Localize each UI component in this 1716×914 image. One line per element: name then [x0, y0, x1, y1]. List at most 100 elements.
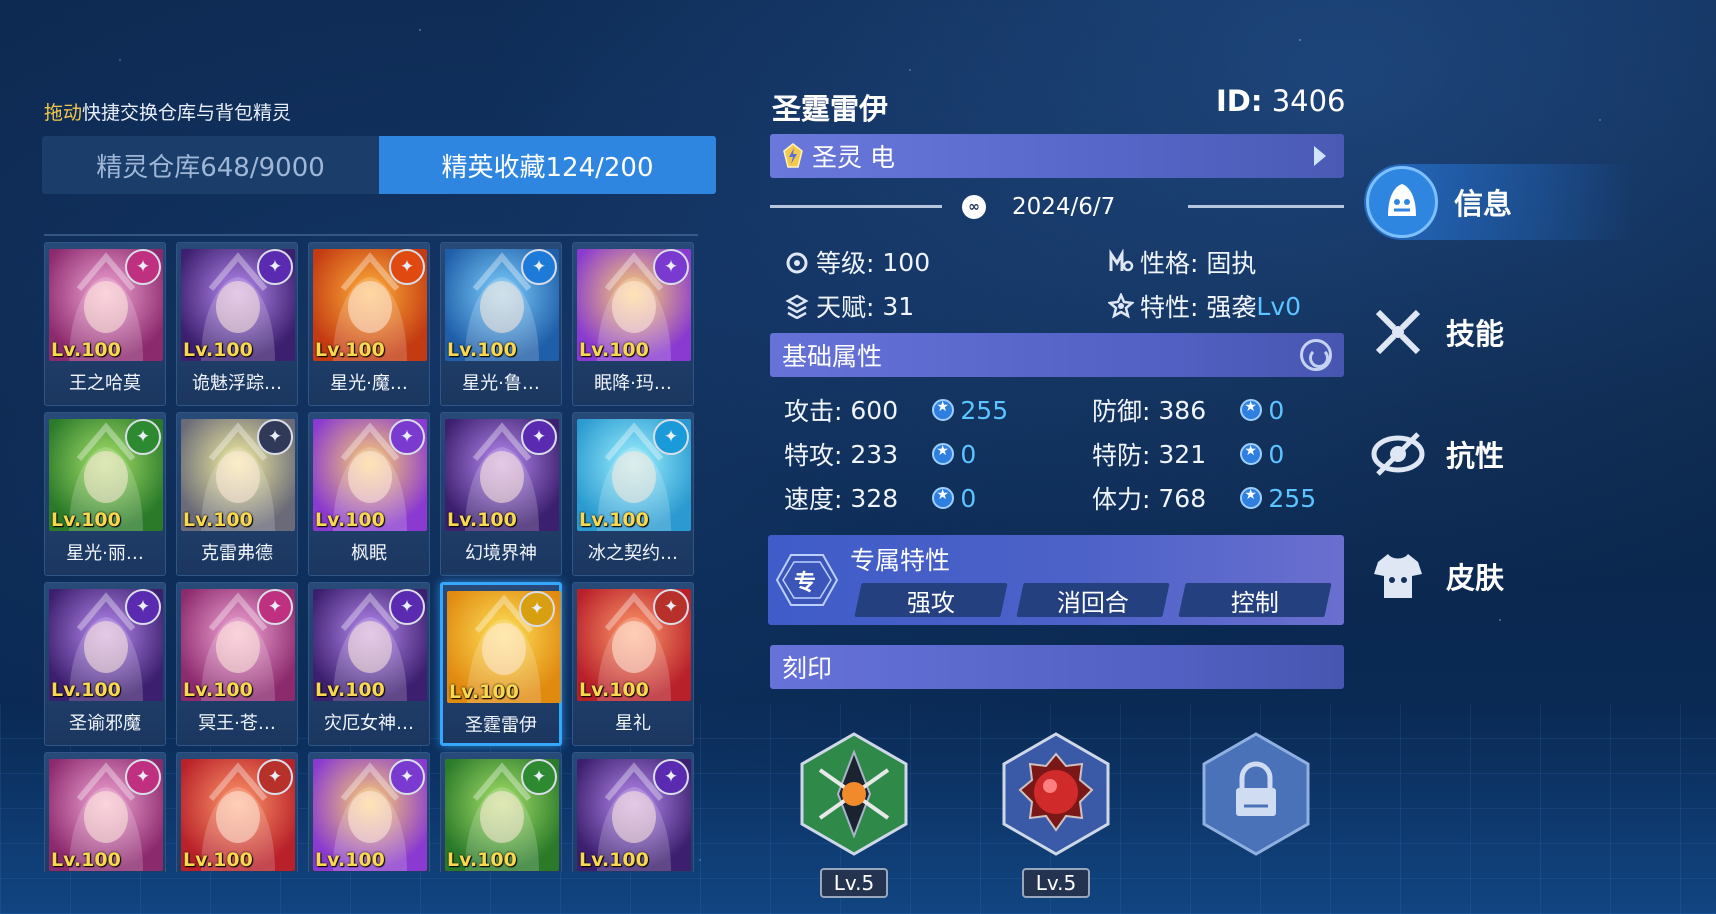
pet-card[interactable]: ✦ Lv.100 圣霆雷伊: [440, 582, 562, 746]
grass-element-icon: ✦: [521, 759, 557, 795]
pet-card-name: 眠降·玛…: [594, 373, 672, 394]
pet-card[interactable]: ✦ Lv.100 灾厄女神…: [308, 582, 430, 746]
pet-card-name: 星光·魔…: [330, 373, 408, 394]
spirit-element-icon: ✦: [125, 759, 161, 795]
pet-card[interactable]: ✦ Lv.100 冰之契约…: [572, 412, 694, 576]
pet-level: Lv.100: [579, 509, 649, 531]
stat-ev-value: 0: [1268, 439, 1285, 469]
nav-resistance[interactable]: 抗性: [1366, 422, 1504, 486]
stat-ev: 0: [932, 484, 976, 513]
obtain-date: 2024/6/7: [1012, 194, 1116, 220]
skills-icon: [1366, 300, 1430, 364]
divider-right: [1188, 205, 1344, 208]
stat-name: 攻击:: [784, 397, 843, 426]
pet-level: Lv.100: [51, 339, 121, 361]
pet-card[interactable]: ✦ Lv.100: [572, 752, 694, 872]
pet-card[interactable]: ✦ Lv.100 王之哈莫: [44, 242, 166, 406]
level-icon: [786, 252, 808, 274]
dual-element-icon: ✦: [653, 249, 689, 285]
pet-card-name: 枫眠: [351, 543, 387, 564]
water-element-icon: ✦: [521, 249, 557, 285]
pet-card[interactable]: ✦ Lv.100: [44, 752, 166, 872]
stat-ev: 0: [1240, 440, 1284, 469]
nav-skins-label: 皮肤: [1446, 561, 1505, 595]
nature-line: 性格: 固执: [1108, 244, 1256, 280]
talent-line: 天赋: 31: [784, 288, 914, 324]
tab-storage[interactable]: 精灵仓库648/9000: [42, 136, 379, 194]
attribute-bar[interactable]: 圣灵 电: [770, 134, 1344, 178]
demon-element-icon: ✦: [125, 589, 161, 625]
pet-card[interactable]: ✦ Lv.100 幻境界神: [440, 412, 562, 576]
soul-mark-slot[interactable]: [798, 732, 910, 856]
pet-card[interactable]: ✦ Lv.100 星光·魔…: [308, 242, 430, 406]
pet-card-name: 克雷弗德: [201, 543, 273, 564]
stat-ev-value: 255: [960, 395, 1009, 425]
exclusive-tag-control[interactable]: 控制: [1178, 583, 1332, 617]
stat-value: 768: [1158, 483, 1207, 513]
holy-electric-attribute-icon: [783, 143, 803, 168]
stat-ev: 0: [1240, 396, 1284, 425]
stat-name: 速度:: [784, 485, 843, 514]
pet-id: ID: 3406: [1216, 84, 1346, 118]
nav-info[interactable]: 信息: [1364, 164, 1634, 240]
pet-level: Lv.100: [447, 509, 517, 531]
storage-tabs: 精灵仓库648/9000 精英收藏124/200: [42, 136, 716, 194]
skin-shirt-icon: [1366, 544, 1430, 608]
grass-element-icon: ✦: [125, 419, 161, 455]
nav-skins[interactable]: 皮肤: [1366, 544, 1504, 608]
gem-slot[interactable]: [1000, 732, 1112, 856]
exclusive-tag-round-removal[interactable]: 消回合: [1016, 583, 1170, 617]
nav-skills[interactable]: 技能: [1366, 300, 1504, 364]
nav-resistance-label: 抗性: [1446, 439, 1505, 473]
pet-card[interactable]: ✦ Lv.100 眠降·玛…: [572, 242, 694, 406]
pet-level: Lv.100: [449, 681, 519, 703]
divider-left: [770, 205, 942, 208]
spirit-element-icon: ✦: [257, 589, 293, 625]
stat-ev-value: 0: [1268, 395, 1285, 425]
pet-card[interactable]: ✦ Lv.100: [176, 752, 298, 872]
pet-card-name: 冰之契约…: [588, 543, 678, 564]
ev-star-icon: [1240, 443, 1263, 465]
pet-card[interactable]: ✦ Lv.100 冥王·苍…: [176, 582, 298, 746]
pet-level: Lv.100: [183, 339, 253, 361]
stat-value: 600: [850, 395, 899, 425]
chevron-right-icon: [1314, 146, 1326, 166]
tab-elite-collection[interactable]: 精英收藏124/200: [379, 136, 716, 194]
dual-element-icon: ✦: [389, 419, 425, 455]
ev-star-icon: [932, 443, 955, 465]
pet-level: Lv.100: [51, 509, 121, 531]
stat-value: 233: [850, 439, 899, 469]
stat-value: 328: [850, 483, 899, 513]
base-stats-header: 基础属性: [770, 333, 1344, 377]
stat-value: 386: [1158, 395, 1207, 425]
pet-card[interactable]: ✦ Lv.100 克雷弗德: [176, 412, 298, 576]
pet-card[interactable]: ✦ Lv.100: [308, 752, 430, 872]
shadow-element-icon: ✦: [653, 759, 689, 795]
pet-level: Lv.100: [51, 849, 121, 871]
illusion-element-icon: ✦: [521, 419, 557, 455]
pet-card-name: 幻境界神: [465, 543, 537, 564]
pet-grid[interactable]: ✦ Lv.100 王之哈莫 ✦ Lv.100 诡魅浮踪… ✦ Lv.100 星光·魔… ✦ Lv.1…: [44, 234, 698, 872]
info-icon: [1366, 166, 1438, 238]
stat-row: 特攻: 233 0: [784, 436, 976, 472]
level-line: 等级: 100: [784, 244, 930, 280]
exclusive-tag-strong-attack[interactable]: 强攻: [854, 583, 1008, 617]
exclusive-trait-panel: 专 专属特性 强攻 消回合 控制: [768, 535, 1344, 625]
nature-icon: [1109, 249, 1134, 272]
pet-card[interactable]: ✦ Lv.100 圣谕邪魔: [44, 582, 166, 746]
soul-mark-level: Lv.5: [820, 868, 888, 898]
pet-card[interactable]: ✦ Lv.100 星礼: [572, 582, 694, 746]
pet-card-name: 星光·丽…: [66, 543, 144, 564]
stat-row: 防御: 386 0: [1092, 392, 1284, 428]
pet-level: Lv.100: [315, 849, 385, 871]
refresh-icon[interactable]: [1300, 339, 1332, 371]
pet-card[interactable]: ✦ Lv.100: [440, 752, 562, 872]
pet-card[interactable]: ✦ Lv.100 星光·鲁…: [440, 242, 562, 406]
nav-info-label: 信息: [1454, 187, 1513, 221]
seal-section[interactable]: 刻印: [770, 645, 1344, 689]
locked-slot[interactable]: [1200, 732, 1312, 856]
stat-ev-value: 0: [960, 483, 977, 513]
pet-card[interactable]: ✦ Lv.100 诡魅浮踪…: [176, 242, 298, 406]
pet-card[interactable]: ✦ Lv.100 枫眠: [308, 412, 430, 576]
pet-card[interactable]: ✦ Lv.100 星光·丽…: [44, 412, 166, 576]
